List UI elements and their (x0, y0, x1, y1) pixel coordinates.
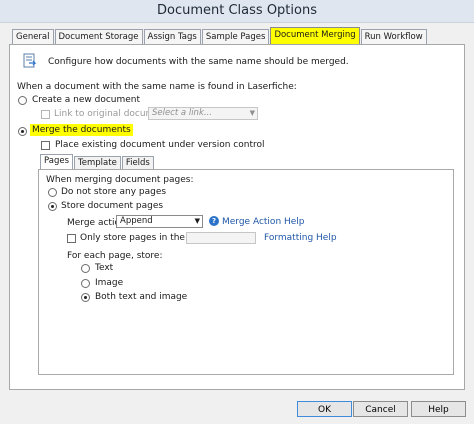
create-new-document-radio[interactable] (18, 96, 27, 105)
tab-document-storage[interactable]: Document Storage (54, 29, 143, 44)
tab-run-workflow[interactable]: Run Workflow (360, 29, 427, 44)
merge-action-value: Append (120, 216, 153, 226)
place-existing-checkbox[interactable] (41, 141, 50, 150)
window-title: Document Class Options (157, 3, 317, 18)
merge-action-help-link[interactable]: Merge Action Help (222, 217, 305, 227)
page-range-input[interactable] (186, 232, 256, 244)
store-pages-label: Store document pages (61, 201, 164, 211)
store-both-label: Both text and image (95, 292, 188, 302)
ok-button[interactable]: OK (297, 401, 352, 417)
only-store-range-checkbox[interactable] (67, 234, 76, 243)
merge-documents-label: Merge the documents (30, 124, 133, 136)
tab-general[interactable]: General (12, 29, 54, 44)
main-tab-strip: General Document Storage Assign Tags Sam… (12, 27, 428, 45)
chevron-down-icon: ▼ (194, 217, 200, 225)
tab-pages[interactable]: Pages (40, 154, 74, 169)
not-store-pages-radio[interactable] (48, 188, 57, 197)
merge-documents-radio[interactable] (18, 127, 27, 136)
store-text-radio[interactable] (81, 264, 90, 273)
tab-document-merging[interactable]: Document Merging (270, 27, 360, 44)
help-button[interactable]: Help (411, 401, 466, 417)
store-text-label: Text (95, 263, 114, 273)
help-icon[interactable]: ? (209, 216, 219, 226)
chevron-down-icon: ▼ (249, 109, 255, 117)
create-new-document-label: Create a new document (32, 95, 141, 105)
link-original-checkbox[interactable] (41, 110, 50, 119)
store-both-radio[interactable] (81, 293, 90, 302)
pages-heading: When merging document pages: (46, 175, 194, 185)
tab-template[interactable]: Template (74, 156, 121, 169)
tab-sample-pages[interactable]: Sample Pages (201, 29, 270, 44)
place-existing-label: Place existing document under version co… (55, 140, 265, 150)
for-each-page-label: For each page, store: (67, 251, 163, 261)
title-bar: Document Class Options (0, 0, 474, 23)
merge-document-icon (23, 53, 37, 68)
store-pages-radio[interactable] (48, 202, 57, 211)
store-image-label: Image (95, 278, 124, 288)
inner-tab-strip: Pages Template Fields (40, 154, 155, 170)
merge-action-select[interactable]: Append ▼ (116, 215, 203, 228)
tab-assign-tags[interactable]: Assign Tags (143, 29, 201, 44)
tab-fields[interactable]: Fields (121, 156, 154, 169)
link-select-value: Select a link... (152, 108, 212, 118)
section-question: When a document with the same name is fo… (17, 82, 297, 92)
link-select[interactable]: Select a link... ▼ (148, 107, 258, 120)
header-description: Configure how documents with the same na… (48, 57, 349, 67)
not-store-pages-label: Do not store any pages (61, 187, 167, 197)
cancel-button[interactable]: Cancel (353, 401, 408, 417)
formatting-help-link[interactable]: Formatting Help (264, 233, 337, 243)
store-image-radio[interactable] (81, 279, 90, 288)
